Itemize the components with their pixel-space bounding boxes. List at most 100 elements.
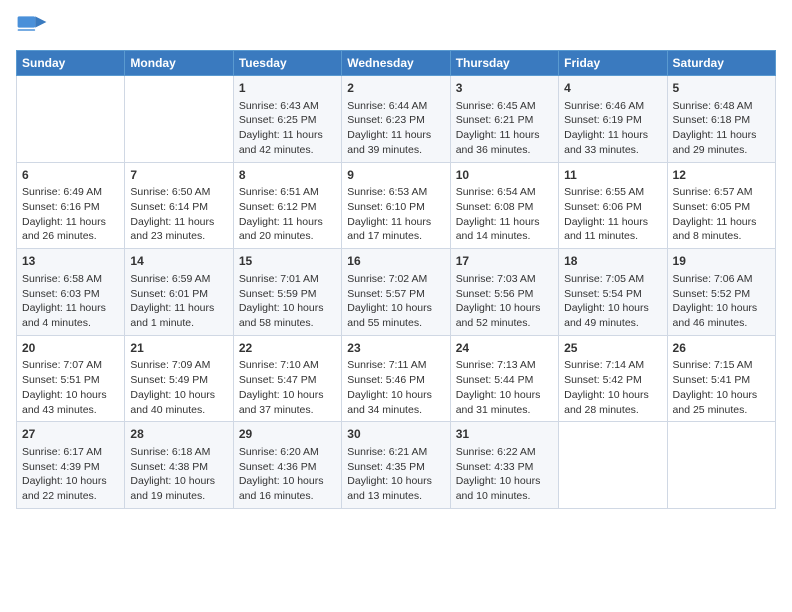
day-number: 11 (564, 167, 661, 184)
day-number: 10 (456, 167, 553, 184)
sunset-text: Sunset: 6:08 PM (456, 200, 553, 215)
calendar-cell: 28Sunrise: 6:18 AMSunset: 4:38 PMDayligh… (125, 422, 233, 509)
daylight-text: Daylight: 10 hours and 58 minutes. (239, 301, 336, 330)
calendar-cell: 7Sunrise: 6:50 AMSunset: 6:14 PMDaylight… (125, 162, 233, 249)
daylight-text: Daylight: 10 hours and 25 minutes. (673, 388, 770, 417)
sunset-text: Sunset: 5:54 PM (564, 287, 661, 302)
sunset-text: Sunset: 6:03 PM (22, 287, 119, 302)
sunrise-text: Sunrise: 6:50 AM (130, 185, 227, 200)
calendar-cell: 5 Sunrise: 6:48 AMSunset: 6:18 PMDaylight… (667, 76, 775, 163)
sunset-text: Sunset: 6:18 PM (673, 113, 770, 128)
sunset-text: Sunset: 5:56 PM (456, 287, 553, 302)
header-row: SundayMondayTuesdayWednesdayThursdayFrid… (17, 51, 776, 76)
sunset-text: Sunset: 5:47 PM (239, 373, 336, 388)
day-number: 23 (347, 340, 444, 357)
sunrise-text: Sunrise: 6:55 AM (564, 185, 661, 200)
calendar-cell: 24Sunrise: 7:13 AMSunset: 5:44 PMDayligh… (450, 335, 558, 422)
week-row-2: 6Sunrise: 6:49 AMSunset: 6:16 PMDaylight… (17, 162, 776, 249)
logo-icon (16, 10, 48, 42)
daylight-text: Daylight: 10 hours and 43 minutes. (22, 388, 119, 417)
day-number: 13 (22, 253, 119, 270)
sunset-text: Sunset: 6:05 PM (673, 200, 770, 215)
sunrise-text: Sunrise: 7:06 AM (673, 272, 770, 287)
day-number: 8 (239, 167, 336, 184)
daylight-text: Daylight: 10 hours and 34 minutes. (347, 388, 444, 417)
calendar-cell: 12Sunrise: 6:57 AMSunset: 6:05 PMDayligh… (667, 162, 775, 249)
header-thursday: Thursday (450, 51, 558, 76)
calendar-cell (125, 76, 233, 163)
daylight-text: Daylight: 10 hours and 37 minutes. (239, 388, 336, 417)
sunset-text: Sunset: 6:16 PM (22, 200, 119, 215)
day-number: 6 (22, 167, 119, 184)
sunrise-text: Sunrise: 6:58 AM (22, 272, 119, 287)
sunset-text: Sunset: 5:42 PM (564, 373, 661, 388)
calendar-cell: 29 Sunrise: 6:20 AMSunset: 4:36 PMDayligh… (233, 422, 341, 509)
daylight-text: Daylight: 11 hours and 4 minutes. (22, 301, 119, 330)
calendar-cell: 14Sunrise: 6:59 AMSunset: 6:01 PMDayligh… (125, 249, 233, 336)
day-number: 27 (22, 426, 119, 443)
sunrise-text: Sunrise: 6:54 AM (456, 185, 553, 200)
day-number: 24 (456, 340, 553, 357)
sunset-text: Sunset: 4:39 PM (22, 460, 119, 475)
daylight-text: Daylight: 10 hours and 16 minutes. (239, 474, 336, 503)
day-number: 12 (673, 167, 770, 184)
calendar-cell: 22Sunrise: 7:10 AMSunset: 5:47 PMDayligh… (233, 335, 341, 422)
day-number: 30 (347, 426, 444, 443)
day-number: 9 (347, 167, 444, 184)
sunrise-text: Sunrise: 6:59 AM (130, 272, 227, 287)
sunrise-text: Sunrise: 6:21 AM (347, 445, 444, 460)
sunrise-text: Sunrise: 7:07 AM (22, 358, 119, 373)
day-number: 28 (130, 426, 227, 443)
sunrise-text: Sunrise: 7:09 AM (130, 358, 227, 373)
day-number: 21 (130, 340, 227, 357)
calendar-cell: 18Sunrise: 7:05 AMSunset: 5:54 PMDayligh… (559, 249, 667, 336)
header-tuesday: Tuesday (233, 51, 341, 76)
sunrise-text: Sunrise: 7:05 AM (564, 272, 661, 287)
sunrise-text: Sunrise: 6:18 AM (130, 445, 227, 460)
daylight-text: Daylight: 11 hours and 36 minutes. (456, 128, 553, 157)
daylight-text: Daylight: 10 hours and 13 minutes. (347, 474, 444, 503)
sunrise-text: Sunrise: 6:53 AM (347, 185, 444, 200)
week-row-5: 27 Sunrise: 6:17 AMSunset: 4:39 PM Dayligh… (17, 422, 776, 509)
sunset-text: Sunset: 5:49 PM (130, 373, 227, 388)
sunset-text: Sunset: 4:36 PM (239, 460, 336, 475)
daylight-text: Daylight: 11 hours and 39 minutes. (347, 128, 444, 157)
daylight-text: Daylight: 10 hours and 55 minutes. (347, 301, 444, 330)
sunrise-text: Sunrise: 7:14 AM (564, 358, 661, 373)
daylight-text: Daylight: 11 hours and 42 minutes. (239, 128, 336, 157)
calendar-cell: 2Sunrise: 6:44 AMSunset: 6:23 PMDaylight… (342, 76, 450, 163)
sunrise-text: Sunrise: 6:45 AM (456, 99, 553, 114)
daylight-text: Daylight: 11 hours and 8 minutes. (673, 215, 770, 244)
calendar-cell (17, 76, 125, 163)
day-number: 20 (22, 340, 119, 357)
daylight-text: Daylight: 11 hours and 29 minutes. (673, 128, 770, 157)
sunset-text: Sunset: 5:57 PM (347, 287, 444, 302)
day-number: 29 (239, 426, 336, 443)
sunset-text: Sunset: 4:35 PM (347, 460, 444, 475)
day-number: 2 (347, 80, 444, 97)
calendar-cell: 23Sunrise: 7:11 AMSunset: 5:46 PMDayligh… (342, 335, 450, 422)
sunrise-text: Sunrise: 6:20 AM (239, 445, 336, 460)
day-number: 3 (456, 80, 553, 97)
day-number: 14 (130, 253, 227, 270)
calendar-cell: 30 Sunrise: 6:21 AMSunset: 4:35 PMDayligh… (342, 422, 450, 509)
day-number: 7 (130, 167, 227, 184)
sunrise-text: Sunrise: 6:48 AM (673, 99, 770, 114)
daylight-text: Daylight: 10 hours and 19 minutes. (130, 474, 227, 503)
calendar-cell: 31Sunrise: 6:22 AMSunset: 4:33 PMDayligh… (450, 422, 558, 509)
logo (16, 10, 52, 42)
calendar-cell: 27Sunrise: 6:17 AMSunset: 4:39 PMDayligh… (17, 422, 125, 509)
week-row-1: 1Sunrise: 6:43 AMSunset: 6:25 PMDaylight… (17, 76, 776, 163)
header-sunday: Sunday (17, 51, 125, 76)
sunrise-text: Sunrise: 6:17 AM (22, 445, 119, 460)
day-number: 18 (564, 253, 661, 270)
header (16, 10, 776, 42)
daylight-text: Daylight: 11 hours and 33 minutes. (564, 128, 661, 157)
calendar-cell: 9Sunrise: 6:53 AMSunset: 6:10 PMDaylight… (342, 162, 450, 249)
day-number: 5 (673, 80, 770, 97)
calendar-cell: 1Sunrise: 6:43 AMSunset: 6:25 PMDaylight… (233, 76, 341, 163)
daylight-text: Daylight: 10 hours and 31 minutes. (456, 388, 553, 417)
calendar-cell: 6Sunrise: 6:49 AMSunset: 6:16 PMDaylight… (17, 162, 125, 249)
sunset-text: Sunset: 6:14 PM (130, 200, 227, 215)
daylight-text: Daylight: 10 hours and 10 minutes. (456, 474, 553, 503)
